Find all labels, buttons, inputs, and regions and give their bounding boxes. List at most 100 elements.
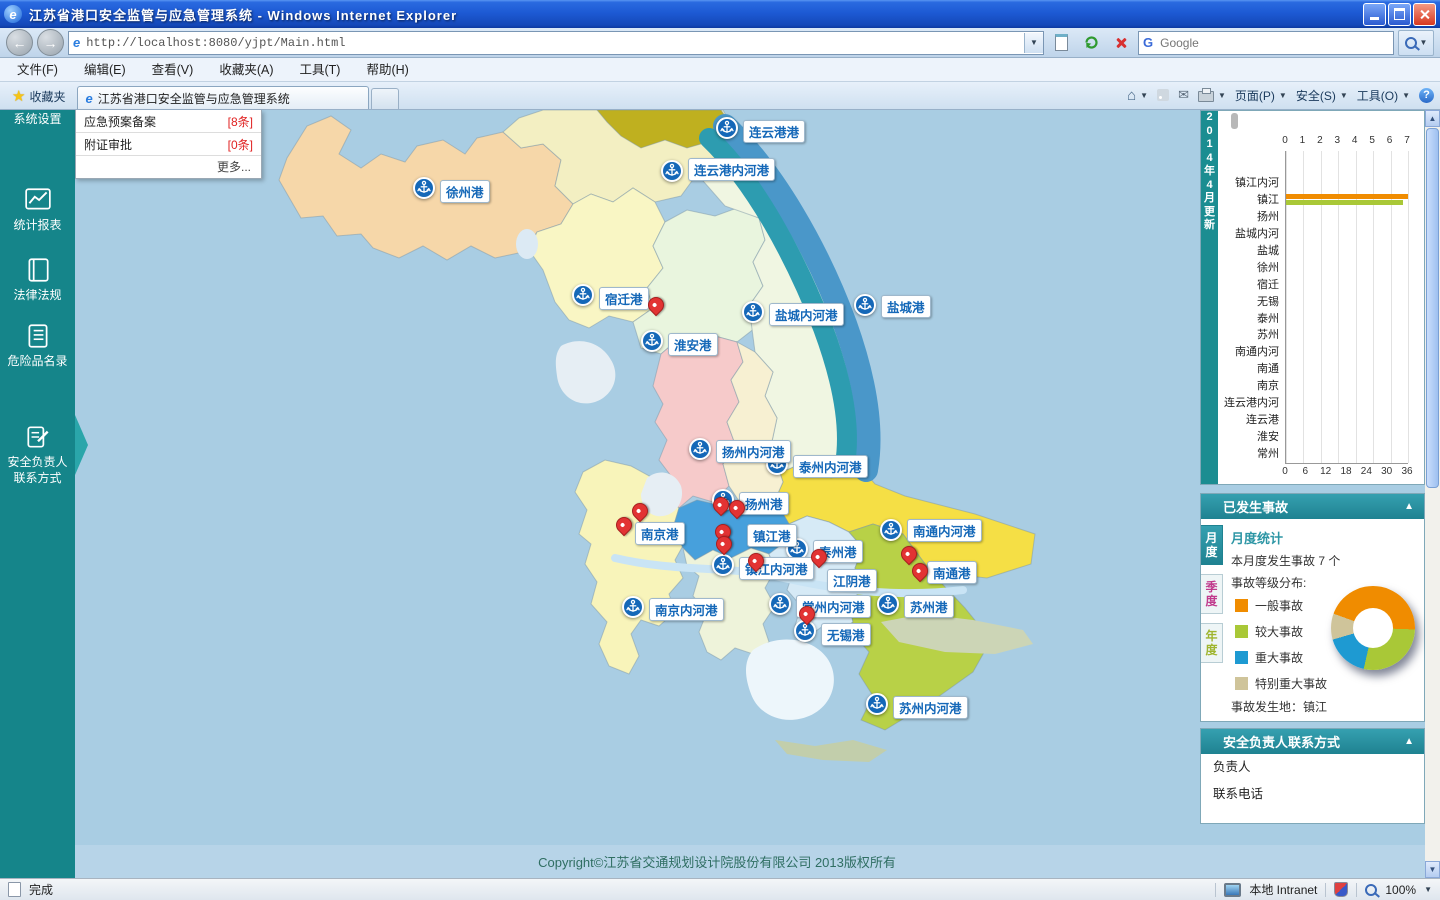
help-button[interactable]: ? (1419, 87, 1434, 103)
quick-panel-row[interactable]: 应急预案备案 [8条] (76, 110, 261, 133)
port-label[interactable]: 扬州港 (739, 492, 789, 515)
port-anchor-icon[interactable] (877, 593, 899, 615)
monthly-summary: 本月度发生事故 7 个 (1231, 554, 1341, 568)
vertical-scrollbar[interactable]: ▲ ▼ (1425, 110, 1440, 878)
refresh-button[interactable] (1078, 31, 1104, 55)
page-menu-button[interactable]: 页面(P) ▼ (1235, 87, 1287, 104)
maximize-button[interactable] (1388, 2, 1411, 26)
more-link[interactable]: 更多... (76, 156, 261, 178)
menu-item[interactable]: 工具(T) (286, 58, 353, 82)
zoom-magnifier-icon[interactable] (1365, 883, 1378, 896)
collapse-icon[interactable]: ▲ (1404, 501, 1414, 512)
port-anchor-icon[interactable] (854, 294, 876, 316)
url-dropdown-button[interactable]: ▼ (1024, 32, 1043, 53)
port-anchor-icon[interactable] (641, 330, 663, 352)
favorites-button[interactable]: ★ 收藏夹 (6, 85, 71, 107)
new-tab-button[interactable] (371, 88, 400, 109)
accident-panel-header[interactable]: 已发生事故 ▲ (1201, 494, 1424, 519)
search-input[interactable] (1158, 34, 1393, 51)
port-label[interactable]: 江阴港 (827, 569, 877, 592)
port-label[interactable]: 连云港内河港 (688, 158, 776, 181)
chart-update-label: 2014年4月更新 (1201, 111, 1218, 484)
chart-category: 淮安 (1257, 431, 1279, 444)
tab-季度[interactable]: 季度 (1201, 574, 1223, 614)
port-label[interactable]: 盐城港 (881, 295, 931, 318)
menu-item[interactable]: 文件(F) (4, 58, 71, 82)
home-button[interactable]: ⌂ ▼ (1127, 87, 1148, 104)
scroll-thumb[interactable] (1426, 128, 1439, 488)
compatibility-button[interactable] (1048, 31, 1074, 55)
tab-年度[interactable]: 年度 (1201, 623, 1223, 663)
port-label[interactable]: 宿迁港 (599, 287, 649, 310)
mail-icon[interactable]: ✉ (1178, 87, 1189, 103)
zoom-level[interactable]: 100% (1385, 883, 1416, 897)
port-label[interactable]: 徐州港 (440, 180, 490, 203)
port-anchor-icon[interactable] (689, 438, 711, 460)
port-anchor-icon[interactable] (661, 160, 683, 182)
sidebar-item-statistics[interactable]: 统计报表 (0, 186, 75, 233)
port-anchor-icon[interactable] (413, 177, 435, 199)
port-label[interactable]: 扬州内河港 (716, 440, 791, 463)
port-anchor-icon[interactable] (716, 117, 738, 139)
port-label[interactable]: 镇江港 (747, 524, 797, 547)
print-button[interactable]: ▼ (1197, 88, 1226, 102)
port-label[interactable]: 淮安港 (668, 333, 718, 356)
port-label[interactable]: 苏州港 (904, 595, 954, 618)
magnifier-icon (1404, 36, 1417, 49)
port-anchor-icon[interactable] (712, 554, 734, 576)
menu-item[interactable]: 查看(V) (139, 58, 207, 82)
incident-pin-icon[interactable] (897, 542, 921, 566)
port-label[interactable]: 泰州内河港 (793, 455, 868, 478)
port-label[interactable]: 南通港 (927, 561, 977, 584)
menu-item[interactable]: 帮助(H) (353, 58, 421, 82)
minimize-button[interactable] (1363, 2, 1386, 26)
feeds-icon[interactable] (1157, 89, 1170, 101)
sidebar-item-label: 法律法规 (13, 288, 62, 302)
zoom-dropdown-icon[interactable]: ▼ (1424, 885, 1432, 894)
port-label[interactable]: 南京内河港 (649, 598, 724, 621)
port-anchor-icon[interactable] (572, 284, 594, 306)
quick-panel-row[interactable]: 附证审批 [0条] (76, 133, 261, 156)
port-anchor-icon[interactable] (622, 596, 644, 618)
scroll-up-button[interactable]: ▲ (1425, 110, 1440, 127)
scroll-down-button[interactable]: ▼ (1425, 861, 1440, 878)
sidebar-item-laws[interactable]: 法律法规 (0, 256, 75, 303)
stop-button[interactable] (1108, 31, 1134, 55)
search-button[interactable]: ▼ (1398, 29, 1434, 56)
forward-button[interactable]: → (37, 29, 64, 56)
sidebar-item-safety-contact[interactable]: 安全负责人 联系方式 (0, 423, 75, 486)
url-input[interactable] (84, 34, 1024, 51)
chart-category: 盐城 (1257, 244, 1279, 257)
port-anchor-icon[interactable] (880, 519, 902, 541)
chart-scroll-thumb[interactable] (1231, 113, 1238, 129)
search-box[interactable]: G (1138, 30, 1394, 55)
map[interactable]: 连云港港连云港内河港徐州港宿迁港 淮安港 盐城内河港 盐城港扬州内河港 泰州内河港 扬州港… (75, 110, 1425, 878)
smartscreen-icon[interactable] (1334, 882, 1349, 897)
contact-panel-header[interactable]: 安全负责人联系方式 ▲ (1201, 729, 1424, 754)
port-anchor-icon[interactable] (769, 593, 791, 615)
incident-pin-icon[interactable] (612, 513, 636, 537)
sidebar-item-system-settings[interactable]: 系统设置 (0, 111, 75, 127)
port-label[interactable]: 连云港港 (743, 120, 806, 143)
port-label[interactable]: 南京港 (635, 522, 685, 545)
close-button[interactable] (1413, 2, 1436, 26)
tab-月度[interactable]: 月度 (1201, 525, 1223, 565)
tools-menu-button[interactable]: 工具(O) ▼ (1357, 87, 1410, 104)
port-label[interactable]: 苏州内河港 (893, 696, 968, 719)
safety-menu-button[interactable]: 安全(S) ▼ (1296, 87, 1348, 104)
sidebar-item-hazmat[interactable]: 危险品名录 (0, 322, 75, 369)
port-label[interactable]: 南通内河港 (907, 519, 982, 542)
quick-panel-label: 附证审批 (84, 137, 133, 152)
port-anchor-icon[interactable] (742, 301, 764, 323)
url-box[interactable]: e ▼ (68, 30, 1044, 55)
port-label[interactable]: 盐城内河港 (769, 303, 844, 326)
menu-item[interactable]: 收藏夹(A) (206, 58, 286, 82)
port-anchor-icon[interactable] (866, 693, 888, 715)
back-button[interactable]: ← (6, 29, 33, 56)
legend-swatch (1235, 624, 1248, 638)
menu-item[interactable]: 编辑(E) (71, 58, 139, 82)
port-label[interactable]: 无锡港 (821, 623, 871, 646)
incident-pin-icon[interactable] (628, 499, 652, 523)
collapse-icon[interactable]: ▲ (1404, 736, 1414, 747)
browser-tab[interactable]: e 江苏省港口安全监管与应急管理系统 (77, 86, 370, 109)
